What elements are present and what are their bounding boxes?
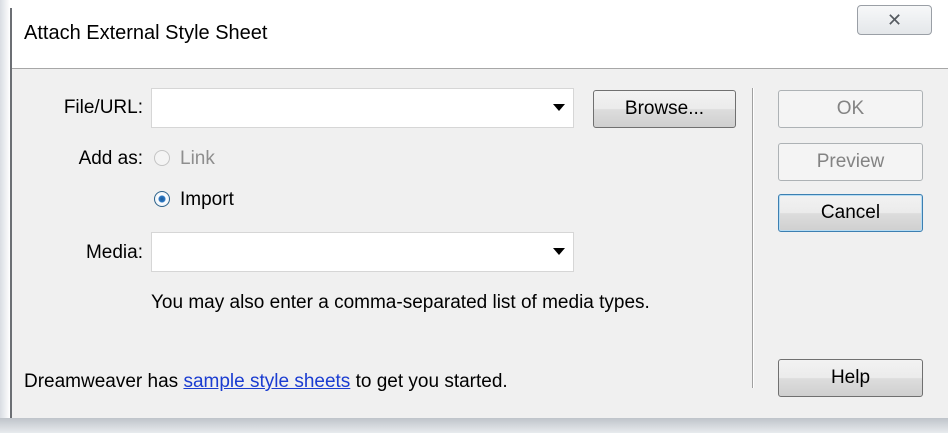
browse-button[interactable]: Browse... bbox=[593, 90, 736, 128]
media-combobox[interactable] bbox=[151, 232, 574, 272]
dialog-window: Attach External Style Sheet ✕ File/URL: … bbox=[0, 0, 948, 433]
add-as-label: Add as: bbox=[78, 148, 143, 169]
footer-prefix: Dreamweaver has bbox=[24, 371, 184, 392]
file-url-combobox[interactable] bbox=[151, 88, 574, 128]
link-radio-label: Link bbox=[180, 148, 215, 169]
import-radio-label: Import bbox=[180, 189, 234, 210]
footer-suffix: to get you started. bbox=[350, 371, 508, 392]
window-left-shadow bbox=[0, 0, 10, 433]
media-label: Media: bbox=[85, 242, 143, 263]
sample-style-sheets-link[interactable]: sample style sheets bbox=[183, 371, 350, 392]
chevron-down-icon[interactable] bbox=[553, 248, 565, 255]
cancel-button[interactable]: Cancel bbox=[778, 194, 923, 232]
chevron-down-icon[interactable] bbox=[553, 104, 565, 111]
footer-text: Dreamweaver has sample style sheets to g… bbox=[24, 371, 508, 393]
preview-button[interactable]: Preview bbox=[778, 143, 923, 181]
help-button[interactable]: Help bbox=[778, 359, 923, 397]
window-bottom-edge bbox=[0, 418, 948, 433]
dialog-title: Attach External Style Sheet bbox=[24, 22, 268, 44]
vertical-separator bbox=[752, 88, 753, 388]
import-radio[interactable] bbox=[154, 191, 170, 207]
close-button[interactable]: ✕ bbox=[857, 5, 932, 35]
file-url-label: File/URL: bbox=[63, 97, 143, 118]
link-radio[interactable] bbox=[154, 150, 170, 166]
media-hint-text: You may also enter a comma-separated lis… bbox=[151, 292, 650, 313]
ok-button[interactable]: OK bbox=[778, 90, 923, 128]
close-icon: ✕ bbox=[886, 9, 903, 30]
